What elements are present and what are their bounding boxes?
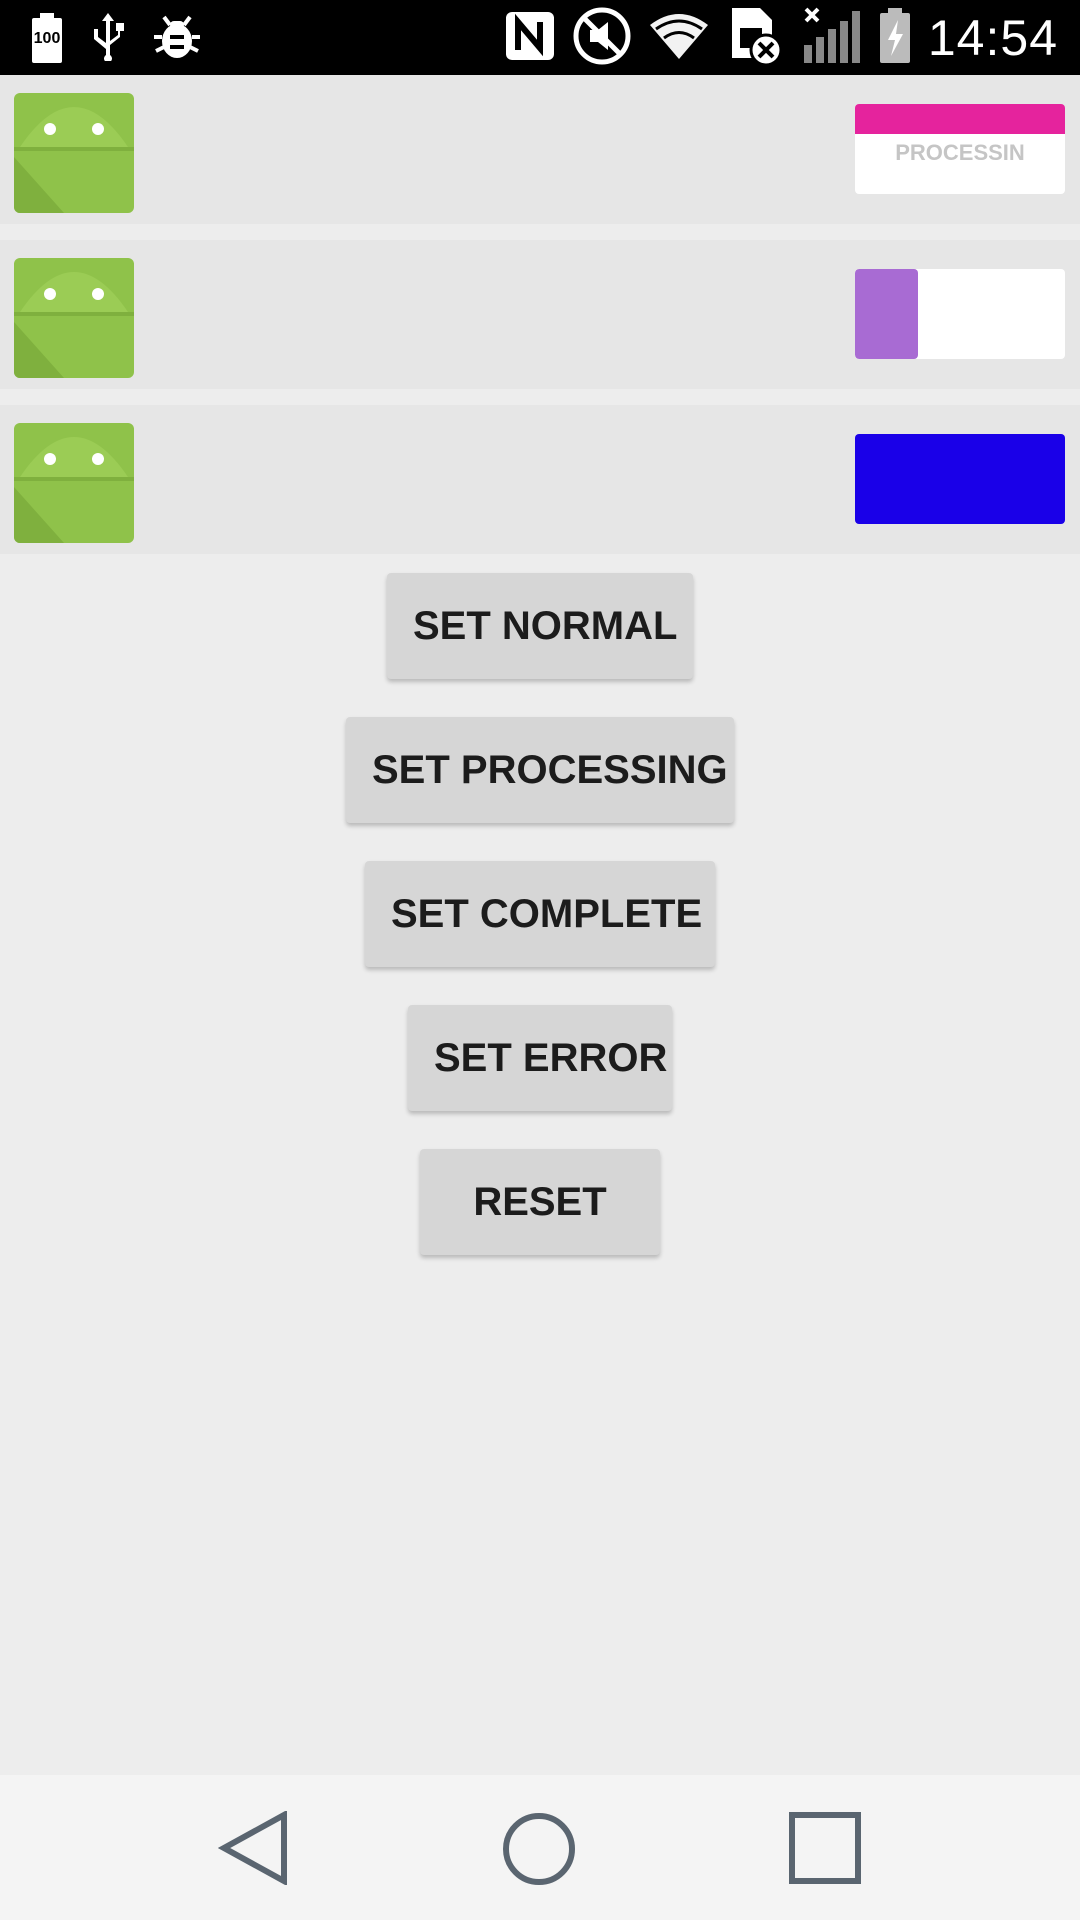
android-robot-icon	[14, 87, 134, 213]
nfc-icon	[504, 10, 556, 67]
progress-bar	[855, 104, 1065, 134]
debug-bug-icon	[152, 11, 202, 66]
android-robot-icon	[14, 417, 134, 543]
sim-error-icon	[726, 6, 784, 71]
android-robot-icon	[14, 252, 134, 378]
progress-button[interactable]: PROCESSIN	[855, 104, 1065, 194]
navigation-bar	[0, 1775, 1080, 1920]
reset-button[interactable]: RESET	[420, 1149, 660, 1255]
battery-charging-icon	[878, 7, 912, 69]
progress-fill	[855, 269, 918, 359]
list-item: PROCESSIN	[0, 75, 1080, 224]
wifi-icon	[648, 11, 710, 66]
status-time: 14:54	[927, 10, 1058, 66]
signal-off-icon	[800, 7, 862, 70]
progress-button[interactable]	[855, 434, 1065, 524]
set-error-button[interactable]: SET ERROR	[408, 1005, 672, 1111]
progress-button[interactable]	[855, 269, 1065, 359]
set-processing-button[interactable]: SET PROCESSING	[346, 717, 734, 823]
back-icon[interactable]	[218, 1811, 290, 1885]
list-item	[0, 405, 1080, 554]
battery-full-icon: 100	[30, 13, 64, 63]
home-icon[interactable]	[501, 1811, 577, 1887]
set-complete-button[interactable]: SET COMPLETE	[365, 861, 715, 967]
list-item	[0, 240, 1080, 389]
usb-icon	[90, 11, 126, 66]
recents-icon[interactable]	[788, 1811, 862, 1885]
mute-icon	[572, 6, 632, 71]
progress-button-label: PROCESSIN	[895, 140, 1025, 165]
set-normal-button[interactable]: SET NORMAL	[387, 573, 693, 679]
status-bar: 100 14:54	[0, 0, 1080, 75]
